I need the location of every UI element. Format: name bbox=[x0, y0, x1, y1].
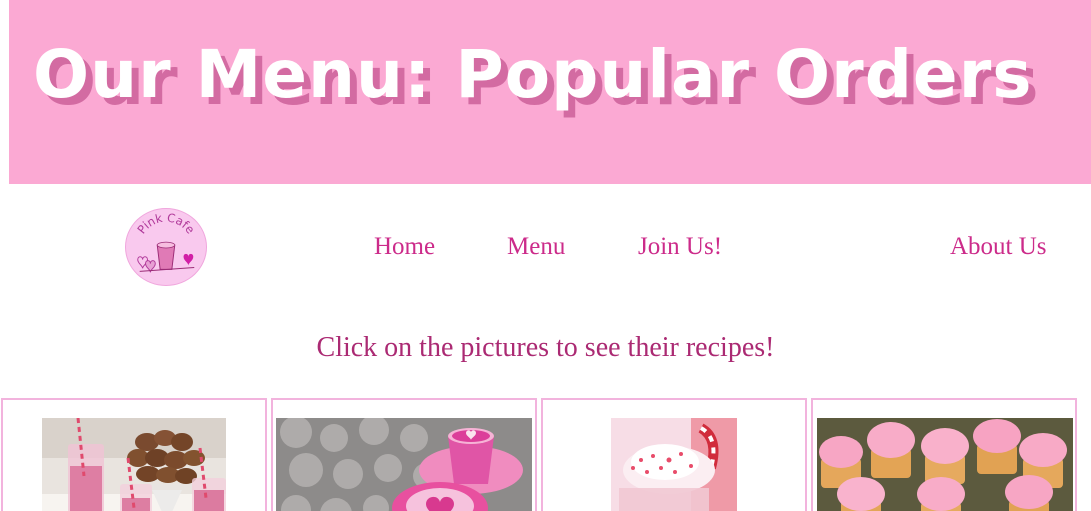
header-banner: Our Menu: Popular Orders bbox=[9, 0, 1091, 184]
smoothies-muffins-photo bbox=[42, 418, 226, 511]
nav-link-join-us[interactable]: Join Us! bbox=[638, 233, 722, 261]
page-title: Our Menu: Popular Orders bbox=[33, 36, 1033, 113]
nav-link-menu[interactable]: Menu bbox=[507, 233, 565, 261]
pink-cafe-logo[interactable]: Pink Cafe bbox=[125, 208, 207, 286]
recipe-card-smoothies[interactable] bbox=[1, 398, 267, 511]
nav-link-about-us[interactable]: About Us bbox=[950, 233, 1047, 261]
logo-text: Pink Cafe bbox=[134, 211, 197, 237]
page: Our Menu: Popular Orders Pink Cafe Home … bbox=[0, 0, 1091, 511]
pink-cupcakes-photo bbox=[817, 418, 1073, 511]
nav-link-home[interactable]: Home bbox=[374, 233, 435, 261]
recipe-card-cupcakes[interactable] bbox=[811, 398, 1077, 511]
recipe-card-milkshake[interactable] bbox=[541, 398, 807, 511]
smoothie-cup-logo-icon: Pink Cafe bbox=[134, 211, 198, 273]
recipe-gallery bbox=[0, 398, 1091, 511]
peppermint-milkshake-photo bbox=[611, 418, 737, 511]
pink-latte-photo bbox=[276, 418, 532, 511]
gallery-instruction: Click on the pictures to see their recip… bbox=[316, 332, 775, 363]
navigation-bar: Pink Cafe Home Menu Join Us! About Us bbox=[0, 184, 1091, 309]
recipe-card-latte[interactable] bbox=[271, 398, 537, 511]
svg-text:Pink Cafe: Pink Cafe bbox=[134, 211, 197, 237]
